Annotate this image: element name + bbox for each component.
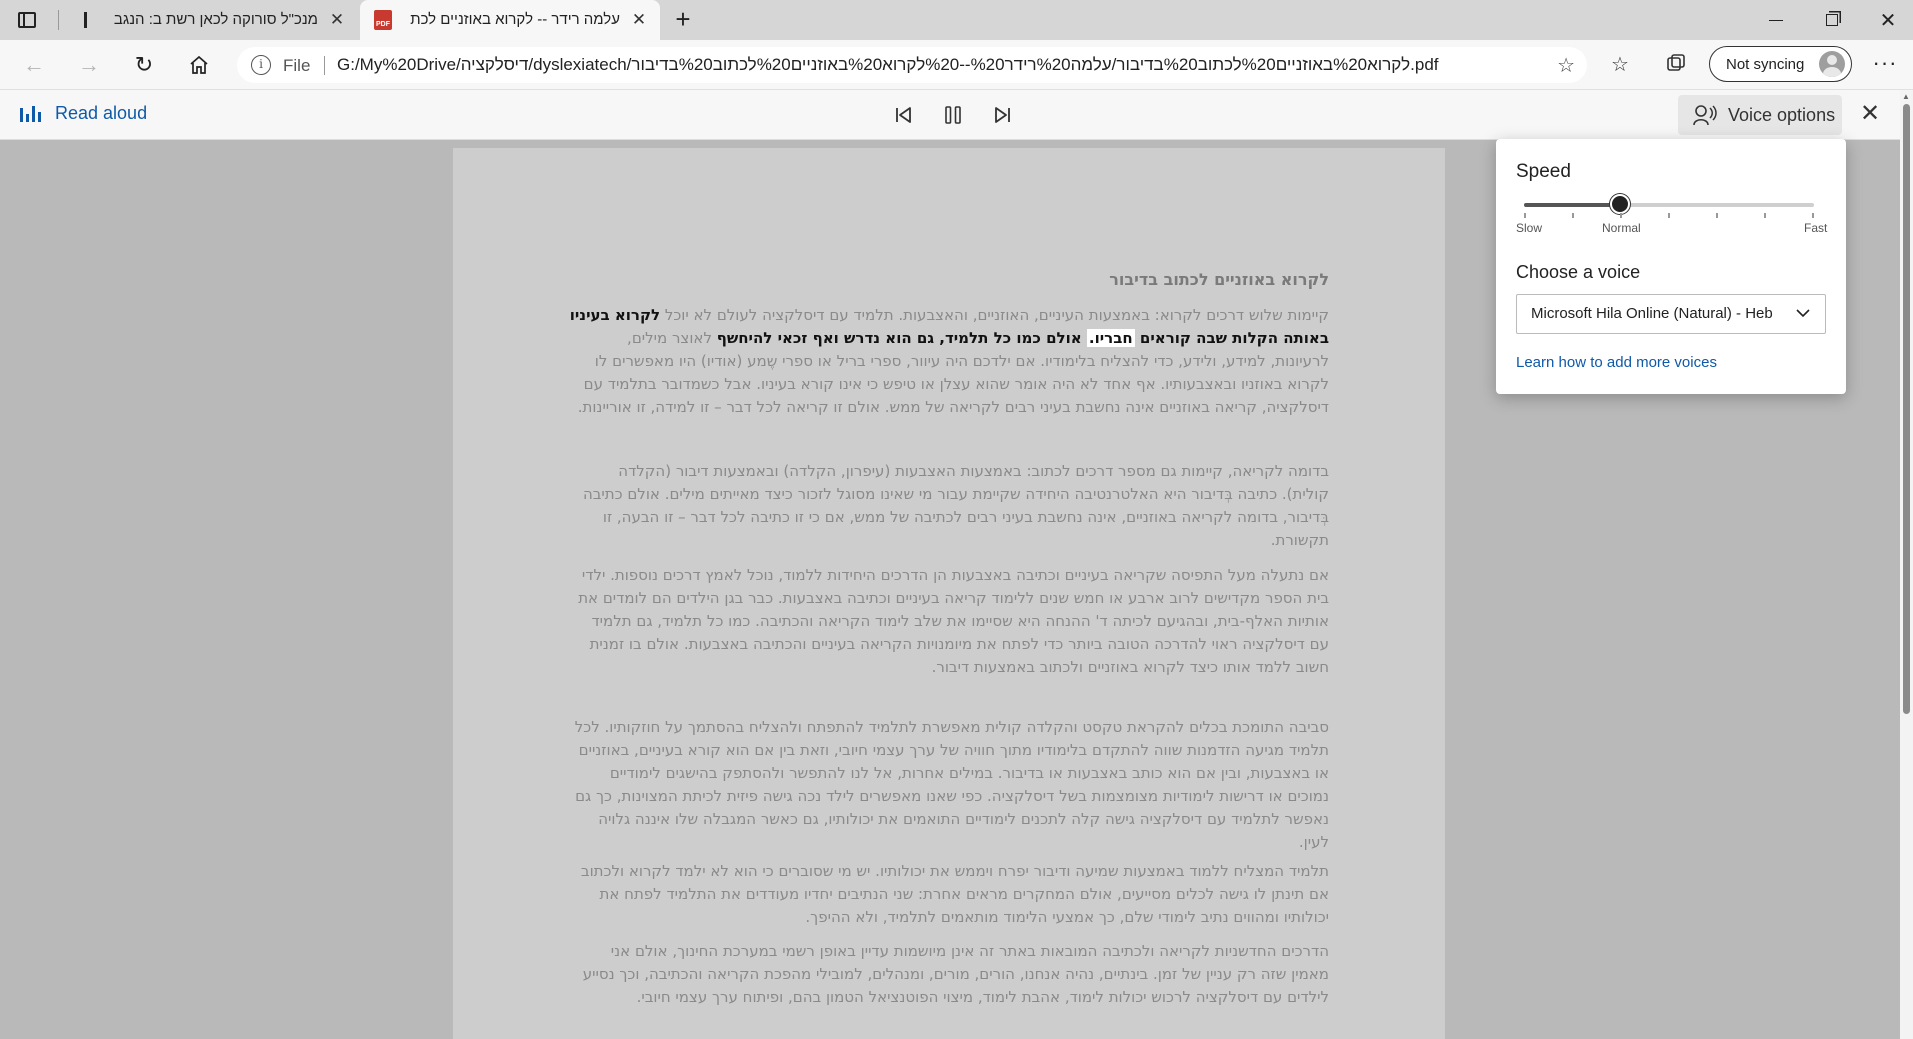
slider-tick <box>1668 213 1670 218</box>
speed-slider[interactable] <box>1524 194 1814 214</box>
slider-tick <box>1620 213 1622 218</box>
voice-icon <box>1693 105 1717 126</box>
profile-sync-button[interactable]: Not syncing <box>1709 46 1852 82</box>
pause-icon <box>945 106 961 124</box>
slider-tick <box>1524 213 1526 218</box>
tab-strip: מנכ"ל סורוקה לכאן רשת ב: הנגב ✕ PDF עלמה… <box>0 0 1913 40</box>
next-paragraph-button[interactable] <box>988 102 1018 128</box>
sync-status-label: Not syncing <box>1726 55 1805 73</box>
voice-options-label: Voice options <box>1728 104 1836 125</box>
selected-voice: Microsoft Hila Online (Natural) - Heb <box>1531 305 1773 322</box>
paragraph-5: תלמיד המצליח ללמוד באמצעות שמיעה ודיבור … <box>580 862 1329 926</box>
arrow-left-icon: ← <box>23 52 45 77</box>
close-icon: ✕ <box>1879 9 1897 32</box>
slider-tick <box>1812 213 1814 218</box>
tab-title: מנכ"ל סורוקה לכאן רשת ב: הנגב <box>113 11 318 28</box>
slider-tick <box>1716 213 1718 218</box>
speed-slider-fill <box>1524 203 1620 207</box>
speed-normal-label: Normal <box>1602 221 1641 235</box>
document-heading: לקרוא באוזניים לכתוב בדיבור <box>1109 270 1329 289</box>
close-icon[interactable]: ✕ <box>328 11 346 29</box>
restore-button[interactable] <box>1804 0 1860 40</box>
address-url[interactable]: G:/My%20Drive/דיסלקציה/dyslexiatech/לקרו… <box>337 55 1439 75</box>
arrow-right-icon: → <box>78 52 100 77</box>
address-divider <box>324 56 325 75</box>
tab-separator <box>58 10 59 30</box>
read-aloud-icon <box>20 105 41 122</box>
pdf-page: לקרוא באוזניים לכתוב בדיבור קיימות שלוש … <box>453 148 1445 1039</box>
collections-icon[interactable] <box>1662 52 1690 78</box>
minimize-icon <box>1769 19 1783 21</box>
learn-more-voices-link[interactable]: Learn how to add more voices <box>1516 354 1717 371</box>
home-icon <box>190 55 208 74</box>
refresh-button[interactable]: ↻ <box>127 49 161 81</box>
restore-icon <box>1826 14 1838 26</box>
pause-button[interactable] <box>938 102 968 128</box>
tab-title: עלמה רידר -- לקרוא באוזניים לכת <box>410 11 620 28</box>
close-icon[interactable]: ✕ <box>630 11 648 29</box>
paragraph-2: בדומה לקריאה, קיימות גם מספר דרכים לכתוב… <box>582 462 1329 549</box>
tab-actions-icon <box>18 12 36 28</box>
close-read-aloud-button[interactable]: ✕ <box>1856 100 1884 128</box>
speed-slow-label: Slow <box>1516 221 1543 235</box>
minimize-button[interactable] <box>1748 0 1804 40</box>
back-button[interactable]: ← <box>17 49 51 81</box>
add-favorite-icon[interactable]: ☆ <box>1557 53 1575 78</box>
speed-slider-thumb[interactable] <box>1609 194 1630 214</box>
forward-button[interactable]: → <box>72 49 106 81</box>
slider-tick <box>1764 213 1766 218</box>
close-icon: ✕ <box>1859 100 1881 127</box>
navigation-bar: ← → ↻ i File G:/My%20Drive/דיסלקציה/dysl… <box>0 40 1913 90</box>
tab-favicon <box>84 12 87 28</box>
info-icon[interactable]: i <box>251 55 271 75</box>
home-button[interactable] <box>182 49 216 81</box>
read-aloud-bar: Read aloud Voice options ✕ <box>0 90 1900 140</box>
refresh-icon: ↻ <box>134 52 154 77</box>
favorites-icon[interactable]: ☆ <box>1606 52 1634 78</box>
settings-more-button[interactable]: ··· <box>1870 50 1900 80</box>
voice-options-button[interactable]: Voice options <box>1678 95 1842 135</box>
paragraph-6: הדרכים החדשניות לקריאה ולכתיבה המובאות ב… <box>582 942 1329 1006</box>
paragraph-4: סביבה התומכת בכלים להקראת טקסט והקלדה קו… <box>574 718 1329 851</box>
paragraph-3: אם נתעלה מעל התפיסה שקריאה בעיניים וכתיב… <box>578 566 1329 676</box>
skip-previous-icon <box>896 107 911 123</box>
voice-select[interactable]: Microsoft Hila Online (Natural) - Heb <box>1516 294 1826 334</box>
new-tab-button[interactable]: + <box>668 5 698 35</box>
more-icon: ··· <box>1872 50 1898 75</box>
paragraph-text: קיימות שלוש דרכים לקרוא: באמצעות העיניים… <box>664 306 1329 324</box>
scroll-up-icon[interactable]: ▲ <box>1902 92 1910 101</box>
paragraph-1: קיימות שלוש דרכים לקרוא: באמצעות העיניים… <box>569 304 1329 419</box>
read-aloud-title: Read aloud <box>20 103 147 124</box>
chevron-down-icon <box>1796 309 1810 318</box>
vertical-scrollbar[interactable]: ▲ <box>1900 90 1913 1039</box>
avatar <box>1819 51 1845 77</box>
tab-active[interactable]: PDF עלמה רידר -- לקרוא באוזניים לכת ✕ <box>360 0 660 40</box>
close-window-button[interactable]: ✕ <box>1860 0 1913 40</box>
voice-options-panel: Speed Slow Normal Fast Choose a voice Mi… <box>1496 139 1846 394</box>
address-scheme: File <box>283 56 311 75</box>
choose-voice-label: Choose a voice <box>1516 262 1641 282</box>
address-bar[interactable]: i File G:/My%20Drive/דיסלקציה/dyslexiate… <box>237 47 1587 83</box>
previous-paragraph-button[interactable] <box>888 102 918 128</box>
current-word-highlight: חבריו. <box>1086 329 1135 347</box>
tab-inactive[interactable]: מנכ"ל סורוקה לכאן רשת ב: הנגב ✕ <box>70 0 358 40</box>
pdf-icon: PDF <box>374 10 392 30</box>
speed-label: Speed <box>1516 161 1571 182</box>
read-aloud-label: Read aloud <box>55 103 148 123</box>
tab-actions-button[interactable] <box>14 8 40 32</box>
scrollbar-thumb[interactable] <box>1903 104 1910 714</box>
speed-fast-label: Fast <box>1804 221 1828 235</box>
skip-next-icon <box>995 107 1010 123</box>
slider-tick <box>1572 213 1574 218</box>
